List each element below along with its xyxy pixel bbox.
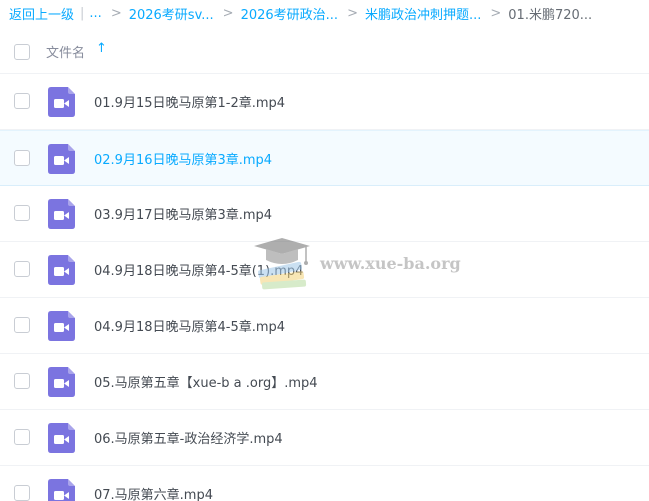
row-checkbox[interactable] — [14, 373, 30, 389]
row-checkbox[interactable] — [14, 150, 30, 166]
breadcrumb-item-2026-kaoyan[interactable]: 2026考研sv... — [129, 4, 214, 23]
row-checkbox[interactable] — [14, 317, 30, 333]
file-row[interactable]: 02.9月16日晚马原第3章.mp4 — [0, 130, 649, 186]
file-row[interactable]: 04.9月18日晚马原第4-5章(1).mp4 — [0, 242, 649, 298]
row-checkbox[interactable] — [14, 429, 30, 445]
breadcrumb-separator: > — [110, 5, 122, 21]
breadcrumb-item-mipeng-politics[interactable]: 米鹏政治冲刺押题... — [365, 4, 481, 23]
file-name[interactable]: 07.马原第六章.mp4 — [94, 484, 213, 501]
breadcrumb-separator: > — [222, 5, 234, 21]
video-file-icon — [48, 87, 75, 117]
breadcrumb-separator: > — [490, 5, 502, 21]
file-row[interactable]: 06.马原第五章-政治经济学.mp4 — [0, 410, 649, 466]
file-row[interactable]: 04.9月18日晚马原第4-5章.mp4 — [0, 298, 649, 354]
breadcrumb: 返回上一级 | ... > 2026考研sv... > 2026考研政治... … — [0, 0, 649, 26]
sort-ascending-icon[interactable]: ↑ — [96, 41, 107, 56]
breadcrumb-separator: > — [347, 5, 358, 21]
video-file-icon — [48, 255, 75, 285]
back-link[interactable]: 返回上一级 — [9, 4, 74, 23]
video-file-icon — [48, 367, 75, 397]
row-checkbox[interactable] — [14, 261, 30, 277]
file-name[interactable]: 04.9月18日晚马原第4-5章.mp4 — [94, 316, 285, 335]
file-browser: 返回上一级 | ... > 2026考研sv... > 2026考研政治... … — [0, 0, 649, 501]
row-checkbox[interactable] — [14, 205, 30, 221]
breadcrumb-pipe: | — [80, 5, 85, 21]
breadcrumb-current: 01.米鹏720... — [508, 7, 593, 23]
select-all-checkbox[interactable] — [14, 44, 30, 60]
video-file-icon — [48, 144, 75, 174]
breadcrumb-item-2026-politics[interactable]: 2026考研政治... — [241, 4, 338, 23]
file-name[interactable]: 03.9月17日晚马原第3章.mp4 — [94, 204, 272, 223]
file-name[interactable]: 02.9月16日晚马原第3章.mp4 — [94, 149, 272, 168]
breadcrumb-ellipsis[interactable]: ... — [89, 6, 101, 21]
file-list-header: 文件名 ↑ — [0, 26, 649, 74]
row-checkbox[interactable] — [14, 485, 30, 501]
video-file-icon — [48, 423, 75, 453]
filename-column-header[interactable]: 文件名 — [46, 42, 85, 61]
video-file-icon — [48, 199, 75, 229]
file-row[interactable]: 01.9月15日晚马原第1-2章.mp4 — [0, 74, 649, 130]
file-row[interactable]: 03.9月17日晚马原第3章.mp4 — [0, 186, 649, 242]
row-checkbox[interactable] — [14, 93, 30, 109]
file-name[interactable]: 05.马原第五章【xue-b a .org】.mp4 — [94, 372, 318, 391]
video-file-icon — [48, 479, 75, 501]
file-row[interactable]: 07.马原第六章.mp4 — [0, 466, 649, 501]
video-file-icon — [48, 311, 75, 341]
file-name[interactable]: 01.9月15日晚马原第1-2章.mp4 — [94, 92, 285, 111]
file-name[interactable]: 04.9月18日晚马原第4-5章(1).mp4 — [94, 260, 303, 279]
file-row[interactable]: 05.马原第五章【xue-b a .org】.mp4 — [0, 354, 649, 410]
file-name[interactable]: 06.马原第五章-政治经济学.mp4 — [94, 428, 283, 447]
